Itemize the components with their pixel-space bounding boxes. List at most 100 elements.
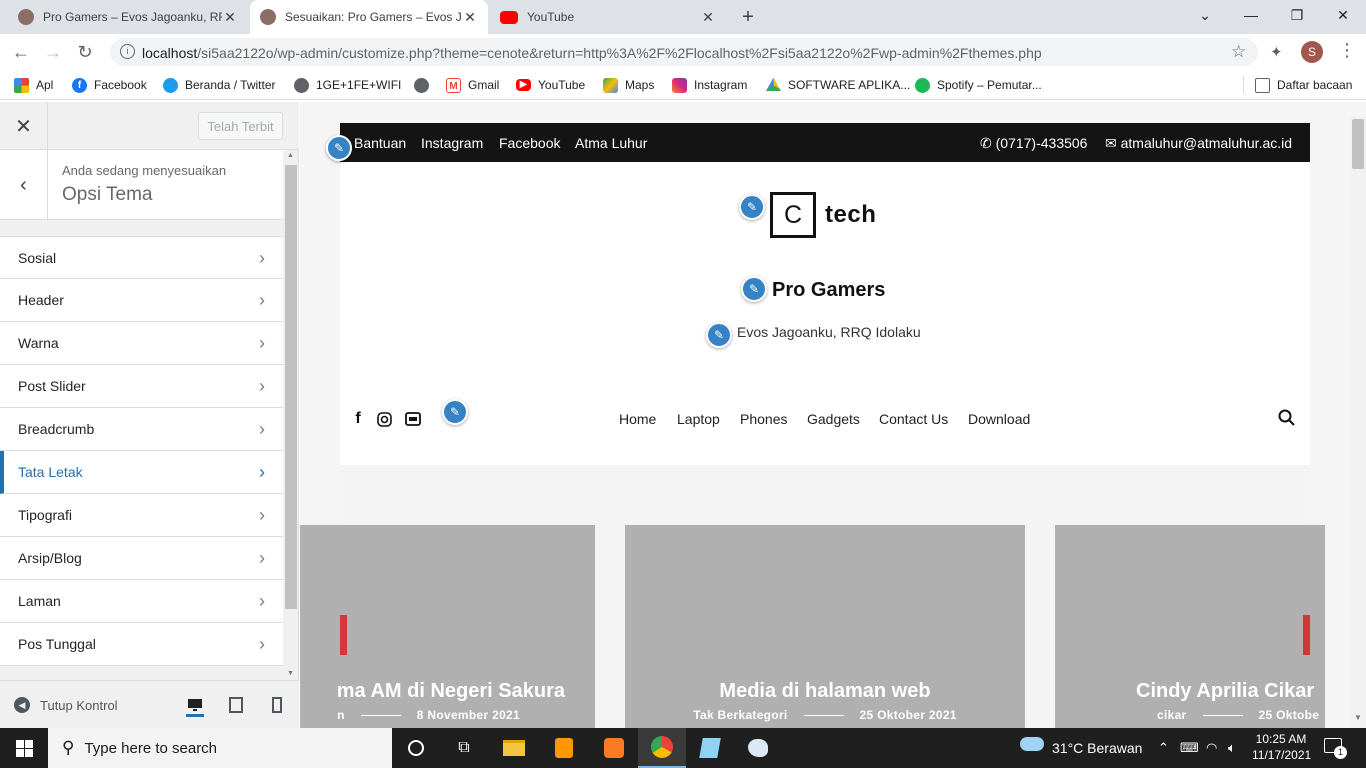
- file-explorer-icon[interactable]: [490, 728, 538, 768]
- bookmark-gmail[interactable]: M Gmail: [446, 76, 499, 94]
- topbar-link-facebook[interactable]: Facebook: [499, 135, 560, 151]
- card-title[interactable]: Media di halaman web: [625, 680, 1025, 703]
- publish-button[interactable]: Telah Terbit: [198, 112, 283, 140]
- section-item-post-slider[interactable]: Post Slider ›: [0, 365, 283, 408]
- notifications-icon[interactable]: 1: [1324, 738, 1347, 759]
- tab-customizer[interactable]: Sesuaikan: Pro Gamers – Evos Jag ✕: [250, 0, 488, 34]
- edit-shortcut-pencil-icon[interactable]: ✎: [706, 322, 732, 348]
- bookmark-twitter[interactable]: Beranda / Twitter: [163, 76, 276, 94]
- card-title[interactable]: ma AM di Negeri Sakura: [300, 680, 565, 703]
- slider-prev-arrow[interactable]: [340, 615, 347, 655]
- input-method-icon[interactable]: ⌨: [1180, 740, 1199, 756]
- forward-arrow-icon[interactable]: →: [38, 34, 68, 70]
- section-item-tipografi[interactable]: Tipografi ›: [0, 494, 283, 537]
- weather-cloud-icon[interactable]: [1020, 737, 1044, 754]
- reading-list-button[interactable]: Daftar bacaan: [1255, 76, 1352, 94]
- bookmark-1ge[interactable]: 1GE+1FE+WIFI: [294, 76, 401, 94]
- scroll-down-icon[interactable]: ▼: [287, 670, 294, 677]
- chrome-icon[interactable]: [638, 728, 686, 768]
- section-item-tata-letak[interactable]: Tata Letak ›: [0, 451, 283, 494]
- bookmark-software[interactable]: SOFTWARE APLIKA...: [766, 76, 910, 94]
- minimize-icon[interactable]: —: [1228, 0, 1274, 30]
- preview-scrollbar[interactable]: ▼: [1350, 117, 1366, 728]
- site-logo[interactable]: C tech: [770, 192, 876, 238]
- facebook-icon[interactable]: f: [349, 410, 367, 428]
- notepad-icon[interactable]: [686, 728, 734, 768]
- instagram-icon[interactable]: [375, 410, 393, 428]
- close-tab-icon[interactable]: ✕: [700, 9, 716, 26]
- sidebar-scrollbar[interactable]: ▲ ▼: [284, 150, 298, 680]
- bookmark-globe[interactable]: [414, 76, 436, 94]
- extensions-puzzle-icon[interactable]: ✦: [1270, 43, 1288, 61]
- section-item-header[interactable]: Header ›: [0, 279, 283, 322]
- bookmark-spotify[interactable]: Spotify – Pemutar...: [915, 76, 1042, 94]
- site-info-icon[interactable]: i: [120, 44, 135, 59]
- section-item-sosial[interactable]: Sosial ›: [0, 236, 283, 279]
- close-tab-icon[interactable]: ✕: [222, 9, 238, 26]
- youtube-icon[interactable]: [404, 410, 422, 428]
- new-tab-icon[interactable]: +: [736, 5, 760, 29]
- slider-card[interactable]: Cindy Aprilia Cikar cikar 25 Oktobe: [1055, 525, 1325, 728]
- menu-kebab-icon[interactable]: ⋮: [1338, 40, 1356, 61]
- profile-avatar[interactable]: S: [1301, 41, 1323, 63]
- tab-search-chevron-icon[interactable]: ⌄: [1182, 0, 1228, 30]
- bookmark-instagram[interactable]: Instagram: [672, 76, 747, 94]
- tray-chevron-icon[interactable]: ⌃: [1158, 740, 1169, 756]
- xampp-icon[interactable]: [590, 728, 638, 768]
- edit-shortcut-pencil-icon[interactable]: ✎: [739, 194, 765, 220]
- bookmark-facebook[interactable]: f Facebook: [72, 76, 147, 94]
- desktop-preview-icon[interactable]: [186, 696, 204, 717]
- weather-text[interactable]: 31°C Berawan: [1052, 740, 1142, 756]
- bookmark-apps[interactable]: Apl: [14, 76, 53, 94]
- section-item-warna[interactable]: Warna ›: [0, 322, 283, 365]
- restore-icon[interactable]: ❐: [1274, 0, 1320, 30]
- tab-pro-gamers[interactable]: Pro Gamers – Evos Jagoanku, RRQ ✕: [8, 0, 248, 34]
- edit-shortcut-pencil-icon[interactable]: ✎: [326, 135, 352, 161]
- topbar-link-bantuan[interactable]: Bantuan: [354, 135, 406, 151]
- scrollbar-thumb[interactable]: [285, 165, 297, 609]
- scroll-up-icon[interactable]: ▲: [287, 152, 294, 159]
- menu-laptop[interactable]: Laptop: [677, 411, 720, 427]
- address-bar[interactable]: i localhost/si5aa2122o/wp-admin/customiz…: [110, 38, 1258, 66]
- close-tab-icon[interactable]: ✕: [462, 9, 478, 26]
- taskbar-search-box[interactable]: ⚲ Type here to search: [48, 728, 392, 768]
- scrollbar-thumb[interactable]: [1352, 119, 1364, 169]
- menu-download[interactable]: Download: [968, 411, 1030, 427]
- wifi-icon[interactable]: ◠: [1206, 740, 1217, 756]
- back-chevron-icon[interactable]: ‹: [0, 150, 48, 220]
- reload-icon[interactable]: ↻: [70, 34, 100, 70]
- section-item-arsip-blog[interactable]: Arsip/Blog ›: [0, 537, 283, 580]
- edit-shortcut-pencil-icon[interactable]: ✎: [442, 399, 468, 425]
- menu-contact-us[interactable]: Contact Us: [879, 411, 948, 427]
- section-item-laman[interactable]: Laman ›: [0, 580, 283, 623]
- tab-youtube[interactable]: YouTube ✕: [490, 0, 726, 34]
- scroll-down-icon[interactable]: ▼: [1354, 713, 1362, 722]
- topbar-link-atma-luhur[interactable]: Atma Luhur: [575, 135, 647, 151]
- site-title[interactable]: Pro Gamers: [772, 279, 885, 302]
- collapse-controls-button[interactable]: ◀ Tutup Kontrol: [14, 697, 118, 713]
- section-item-breadcrumb[interactable]: Breadcrumb ›: [0, 408, 283, 451]
- edit-shortcut-pencil-icon[interactable]: ✎: [741, 276, 767, 302]
- mobile-preview-icon[interactable]: [268, 696, 286, 714]
- card-title[interactable]: Cindy Aprilia Cikar: [1136, 680, 1325, 703]
- slider-next-arrow[interactable]: [1303, 615, 1310, 655]
- tablet-preview-icon[interactable]: [227, 696, 245, 714]
- slider-card[interactable]: Media di halaman web Tak Berkategori 25 O…: [625, 525, 1025, 728]
- menu-phones[interactable]: Phones: [740, 411, 787, 427]
- bookmark-star-icon[interactable]: ☆: [1231, 42, 1246, 62]
- close-icon[interactable]: ✕: [0, 102, 48, 150]
- topbar-link-instagram[interactable]: Instagram: [421, 135, 483, 151]
- cortana-icon[interactable]: [392, 728, 440, 768]
- back-arrow-icon[interactable]: ←: [6, 34, 36, 70]
- volume-icon[interactable]: 🔈︎: [1228, 740, 1236, 756]
- bookmark-maps[interactable]: Maps: [603, 76, 654, 94]
- paint-icon[interactable]: [734, 728, 782, 768]
- windows-start-icon[interactable]: [0, 728, 48, 768]
- search-icon[interactable]: [1278, 409, 1295, 429]
- task-view-icon[interactable]: ⧉: [440, 728, 488, 768]
- clock[interactable]: 10:25 AM 11/17/2021: [1252, 732, 1311, 762]
- menu-home[interactable]: Home: [619, 411, 656, 427]
- close-window-icon[interactable]: ✕: [1320, 0, 1366, 30]
- section-item-pos-tunggal[interactable]: Pos Tunggal ›: [0, 623, 283, 666]
- menu-gadgets[interactable]: Gadgets: [807, 411, 860, 427]
